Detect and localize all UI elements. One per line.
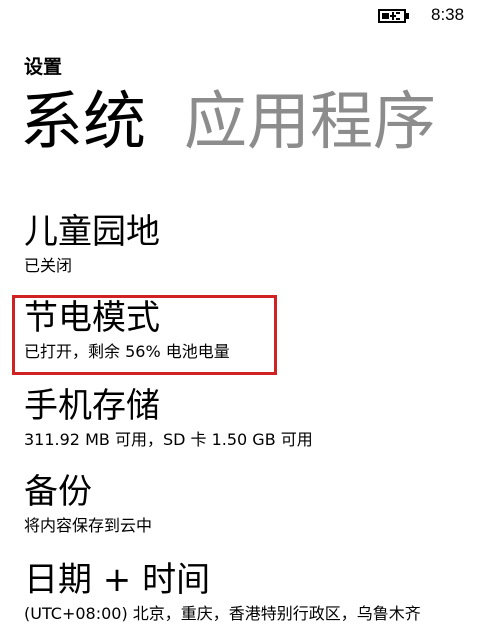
settings-item-phone-storage[interactable]: 手机存储 311.92 MB 可用，SD 卡 1.50 GB 可用: [24, 386, 480, 451]
pivot-header: 系统 应用程序: [20, 80, 436, 164]
pivot-tab-applications[interactable]: 应用程序: [184, 85, 436, 158]
settings-item-title: 日期 + 时间: [24, 560, 211, 600]
settings-item-title: 备份: [24, 472, 92, 512]
settings-item-status: 311.92 MB 可用，SD 卡 1.50 GB 可用: [24, 430, 313, 449]
settings-item-backup[interactable]: 备份 将内容保存到云中: [24, 472, 480, 537]
settings-item-date-time[interactable]: 日期 + 时间 (UTC+08:00) 北京，重庆，香港特别行政区，乌鲁木齐: [24, 560, 480, 625]
battery-charging-icon: [378, 9, 409, 23]
status-bar: 8:38: [0, 0, 480, 32]
settings-item-title: 手机存储: [24, 386, 160, 426]
settings-item-kids-corner[interactable]: 儿童园地 已关闭: [24, 212, 480, 277]
settings-item-status: 已关闭: [24, 256, 73, 275]
settings-item-status: 将内容保存到云中: [24, 516, 153, 535]
settings-item-status: (UTC+08:00) 北京，重庆，香港特别行政区，乌鲁木齐: [24, 604, 421, 623]
page-title: 设置: [24, 56, 63, 78]
highlight-box: [12, 295, 277, 375]
pivot-tab-system[interactable]: 系统: [20, 85, 146, 158]
status-time: 8:38: [431, 5, 465, 24]
settings-item-title: 儿童园地: [24, 212, 160, 252]
